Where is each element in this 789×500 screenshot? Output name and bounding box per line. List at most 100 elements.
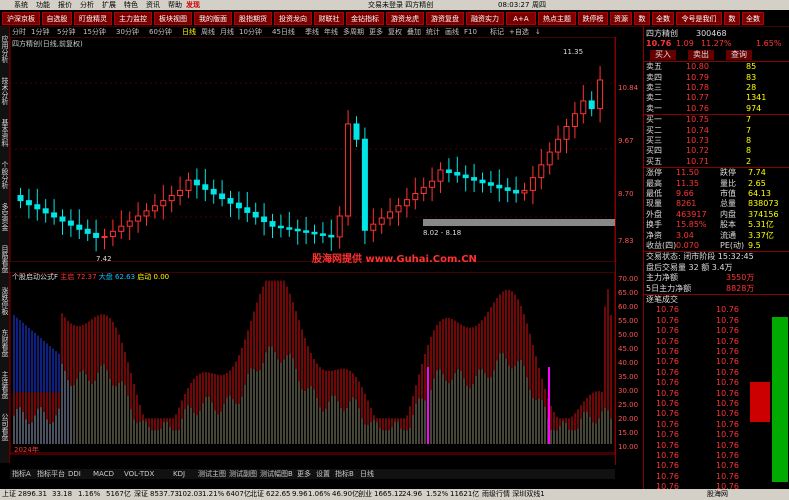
menu-item[interactable]: 系统 — [14, 0, 28, 10]
indicator-tab[interactable]: 指标平台 — [37, 469, 65, 479]
indicator-chart[interactable]: 2024年 — [10, 272, 615, 455]
left-tab[interactable]: 技术分析 — [0, 71, 10, 111]
left-tab[interactable]: 个股分析 — [0, 155, 10, 195]
toolbar-button[interactable]: 我的版面 — [194, 12, 232, 25]
period-button[interactable]: 周线 — [201, 27, 215, 37]
indicator-tab[interactable]: 日线 — [360, 469, 374, 479]
period-button[interactable]: 复权 — [388, 27, 402, 37]
period-button[interactable]: 1分钟 — [31, 27, 49, 37]
window-title: 交易未登录 四方精创 — [368, 1, 434, 9]
trade-button[interactable]: 查询 — [726, 49, 752, 60]
menu-item[interactable]: 资讯 — [146, 0, 160, 10]
left-tab[interactable]: 基本资料 — [0, 113, 10, 153]
toolbar-button[interactable]: 投资龙向 — [274, 12, 312, 25]
period-button[interactable]: 季线 — [305, 27, 319, 37]
left-tab[interactable]: 涨跌停板 — [0, 281, 10, 321]
period-button[interactable]: 标记 — [490, 27, 504, 37]
indicator-tab[interactable]: 测试幅图B — [260, 469, 293, 479]
toolbar-button[interactable]: 令号是我们 — [676, 12, 722, 25]
toolbar-button[interactable]: 财联社 — [314, 12, 344, 25]
period-button[interactable]: 30分钟 — [116, 27, 139, 37]
period-button[interactable]: 15分钟 — [83, 27, 106, 37]
left-tab-strip: 应用分析技术分析基本资料个股分析多空资金目筋看盘涨跌停板东财看盘主连看盘公司看盘 — [0, 27, 10, 463]
toolbar-button[interactable]: 跌停榜 — [578, 12, 608, 25]
period-button[interactable]: 统计 — [426, 27, 440, 37]
toolbar-button[interactable]: 融资实力 — [466, 12, 504, 25]
left-tab[interactable]: 应用分析 — [0, 29, 10, 69]
toolbar-button[interactable]: 数 — [724, 12, 740, 25]
candle-body — [227, 198, 234, 204]
tick-price: 10.76 — [716, 399, 739, 408]
menu-item[interactable]: 报价 — [58, 0, 72, 10]
toolbar-button[interactable]: 板块视图 — [154, 12, 192, 25]
kline-chart[interactable]: 11.35 7.42 8.02 - 8.18 — [10, 37, 615, 262]
toolbar-button[interactable]: 热点主题 — [538, 12, 576, 25]
menu-item[interactable]: 扩展 — [102, 0, 116, 10]
candle-body — [563, 125, 570, 140]
chart-annotation: 11.35 — [563, 48, 583, 56]
toolbar-button[interactable]: 全数 — [652, 12, 674, 25]
indicator-tab[interactable]: 指标B — [335, 469, 354, 479]
bid-price: 10.72 — [686, 146, 709, 156]
period-button[interactable]: 60分钟 — [149, 27, 172, 37]
quote-panel: 四方精创 300468 10.76 1.09 11.27% 1.65% 买入 卖出 查询 卖五 10… — [643, 27, 789, 491]
left-tab[interactable]: 目筋看盘 — [0, 239, 10, 279]
toolbar-button[interactable]: 沪深京板 — [2, 12, 40, 25]
candle-body — [219, 193, 226, 200]
after-hours: 盘后交易量 32 额 3.4万 — [646, 262, 733, 272]
year-label: 2024年 — [14, 445, 39, 454]
period-button[interactable]: 月线 — [220, 27, 234, 37]
quote-row: 10.76 10.76 — [646, 441, 786, 451]
left-tab[interactable]: 多空资金 — [0, 197, 10, 237]
period-button[interactable]: 10分钟 — [239, 27, 262, 37]
period-button[interactable]: 45日线 — [272, 27, 295, 37]
toolbar-button[interactable]: 游资龙虎 — [386, 12, 424, 25]
period-button[interactable]: 画线 — [445, 27, 459, 37]
period-button[interactable]: F10 — [464, 27, 477, 37]
toolbar-button[interactable]: 数 — [634, 12, 650, 25]
indicator-tab[interactable]: VOL-TDX — [124, 469, 154, 479]
indicator-tab[interactable]: 设置 — [316, 469, 330, 479]
period-button[interactable]: 多周期 — [343, 27, 364, 37]
toolbar-button[interactable]: 全数 — [742, 12, 764, 25]
period-button[interactable]: 分时 — [12, 27, 26, 37]
toolbar-button[interactable]: 资源 — [610, 12, 632, 25]
toolbar-button[interactable]: 主力监控 — [114, 12, 152, 25]
period-button[interactable]: 年线 — [324, 27, 338, 37]
indicator-tab[interactable]: 指标A — [12, 469, 31, 479]
menu-item-highlight[interactable]: 发现 — [186, 0, 200, 10]
menu-item[interactable]: 分析 — [80, 0, 94, 10]
period-button[interactable]: +自选 — [509, 27, 529, 37]
left-tab[interactable]: 主连看盘 — [0, 365, 10, 405]
toolbar-button[interactable]: 游资复盘 — [426, 12, 464, 25]
menu-item[interactable]: 特色 — [124, 0, 138, 10]
menu-item[interactable]: 功能 — [36, 0, 50, 10]
period-button[interactable]: 更多 — [369, 27, 383, 37]
menu-item[interactable]: 帮助 — [168, 0, 182, 10]
status-item: 北证 — [250, 490, 264, 498]
indicator-tab[interactable]: KDJ — [173, 469, 185, 479]
toolbar-button[interactable]: 股指期货 — [234, 12, 272, 25]
toolbar-button[interactable]: 金钻指标 — [346, 12, 384, 25]
trade-button[interactable]: 卖出 — [688, 49, 714, 60]
indicator-tab[interactable]: MACD — [93, 469, 114, 479]
period-button[interactable]: 叠加 — [407, 27, 421, 37]
status-item: 股海网 — [707, 490, 728, 498]
candle-body — [126, 220, 133, 227]
trade-button[interactable]: 买入 — [650, 49, 676, 60]
tick-price: 10.76 — [656, 315, 679, 325]
indicator-tab[interactable]: DDI — [68, 469, 81, 479]
indicator-tab[interactable]: 更多 — [297, 469, 311, 479]
indicator-tab[interactable]: 测试副图 — [229, 469, 257, 479]
left-tab[interactable]: 东财看盘 — [0, 323, 10, 363]
left-tab[interactable]: 公司看盘 — [0, 407, 10, 447]
toolbar-button[interactable]: 盯盘精灵 — [74, 12, 112, 25]
period-button[interactable]: ↓ — [535, 27, 541, 37]
tick-price: 10.76 — [716, 357, 739, 367]
toolbar-button[interactable]: 自选股 — [42, 12, 72, 25]
period-button[interactable]: 5分钟 — [57, 27, 75, 37]
quote-value: 5.31亿 — [748, 220, 774, 230]
toolbar-button[interactable]: A+A — [506, 12, 536, 25]
indicator-tab[interactable]: 测试主图 — [198, 469, 226, 479]
period-button[interactable]: 日线 — [182, 27, 196, 37]
